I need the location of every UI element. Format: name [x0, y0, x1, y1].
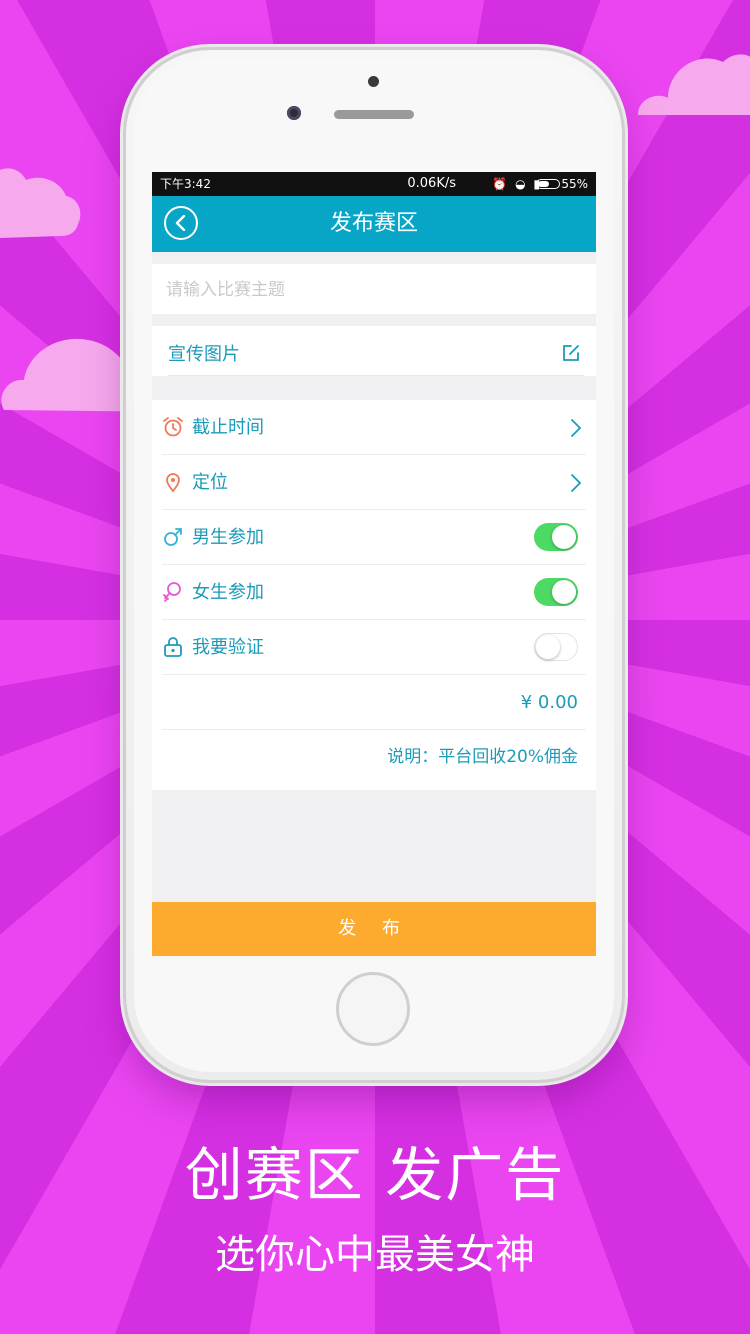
male-join-toggle[interactable]: [534, 523, 578, 551]
note-row: 说明：平台回收20%佣金: [162, 730, 586, 785]
slogan-subline: 选你心中最美女神: [215, 1232, 535, 1278]
toggle-knob: [552, 525, 576, 549]
cloud-decoration-top-right: [628, 40, 750, 130]
price-row[interactable]: ¥ 0.00: [162, 675, 586, 730]
proximity-sensor: [368, 76, 379, 87]
front-camera-icon: [287, 106, 301, 120]
verify-toggle[interactable]: [534, 633, 578, 661]
status-battery: 55%: [561, 177, 588, 191]
earpiece-speaker: [334, 110, 414, 119]
male-join-label: 男生参加: [192, 527, 264, 548]
female-join-row: 女生参加: [162, 565, 586, 620]
deadline-label: 截止时间: [192, 417, 264, 438]
slogan-headline: 创赛区 发广告: [184, 1141, 566, 1209]
promo-image-row[interactable]: 宣传图片: [152, 326, 596, 376]
publish-button[interactable]: 发 布: [152, 902, 596, 956]
price-value: ¥ 0.00: [520, 692, 578, 713]
home-button[interactable]: [336, 972, 410, 1046]
chevron-right-icon: [570, 418, 582, 442]
toggle-knob: [536, 635, 560, 659]
alarm-clock-icon: [162, 416, 184, 438]
subject-input[interactable]: [164, 272, 568, 308]
toggle-knob: [552, 580, 576, 604]
page-title: 发布赛区: [329, 211, 418, 236]
lock-icon: [162, 636, 184, 658]
settings-list: 截止时间 定位 男生参加 女生参加 我要验证 ¥ 0.00 说明：平台回收20%…: [152, 400, 596, 790]
title-bar: 发布赛区: [152, 196, 596, 252]
deadline-row[interactable]: 截止时间: [162, 400, 586, 455]
divider: [168, 375, 584, 376]
app-screen: 下午3:42 0.06K/s ⏰ ◒ ▮ 55% 发布赛区 宣传图片: [152, 172, 596, 956]
status-time: 下午3:42: [160, 177, 211, 191]
chevron-right-icon: [570, 473, 582, 497]
female-join-label: 女生参加: [192, 582, 264, 603]
subject-section: [152, 264, 596, 314]
male-join-row: 男生参加: [162, 510, 586, 565]
location-label: 定位: [192, 472, 228, 493]
alarm-wifi-signal-icons: ⏰ ◒ ▮: [492, 177, 542, 191]
location-pin-icon: [162, 471, 184, 493]
female-join-toggle[interactable]: [534, 578, 578, 606]
edit-icon[interactable]: [562, 344, 580, 366]
commission-note: 说明：平台回收20%佣金: [387, 747, 578, 767]
verify-label: 我要验证: [192, 637, 264, 658]
female-symbol-icon: [162, 581, 184, 603]
status-bar: 下午3:42 0.06K/s ⏰ ◒ ▮ 55%: [152, 172, 596, 196]
cloud-decoration-left-top: [0, 160, 82, 240]
phone-power-button: [622, 270, 627, 340]
male-symbol-icon: [162, 526, 184, 548]
status-net-speed: 0.06K/s: [407, 176, 456, 191]
location-row[interactable]: 定位: [162, 455, 586, 510]
battery-icon: [536, 179, 560, 189]
verify-row: 我要验证: [162, 620, 586, 675]
